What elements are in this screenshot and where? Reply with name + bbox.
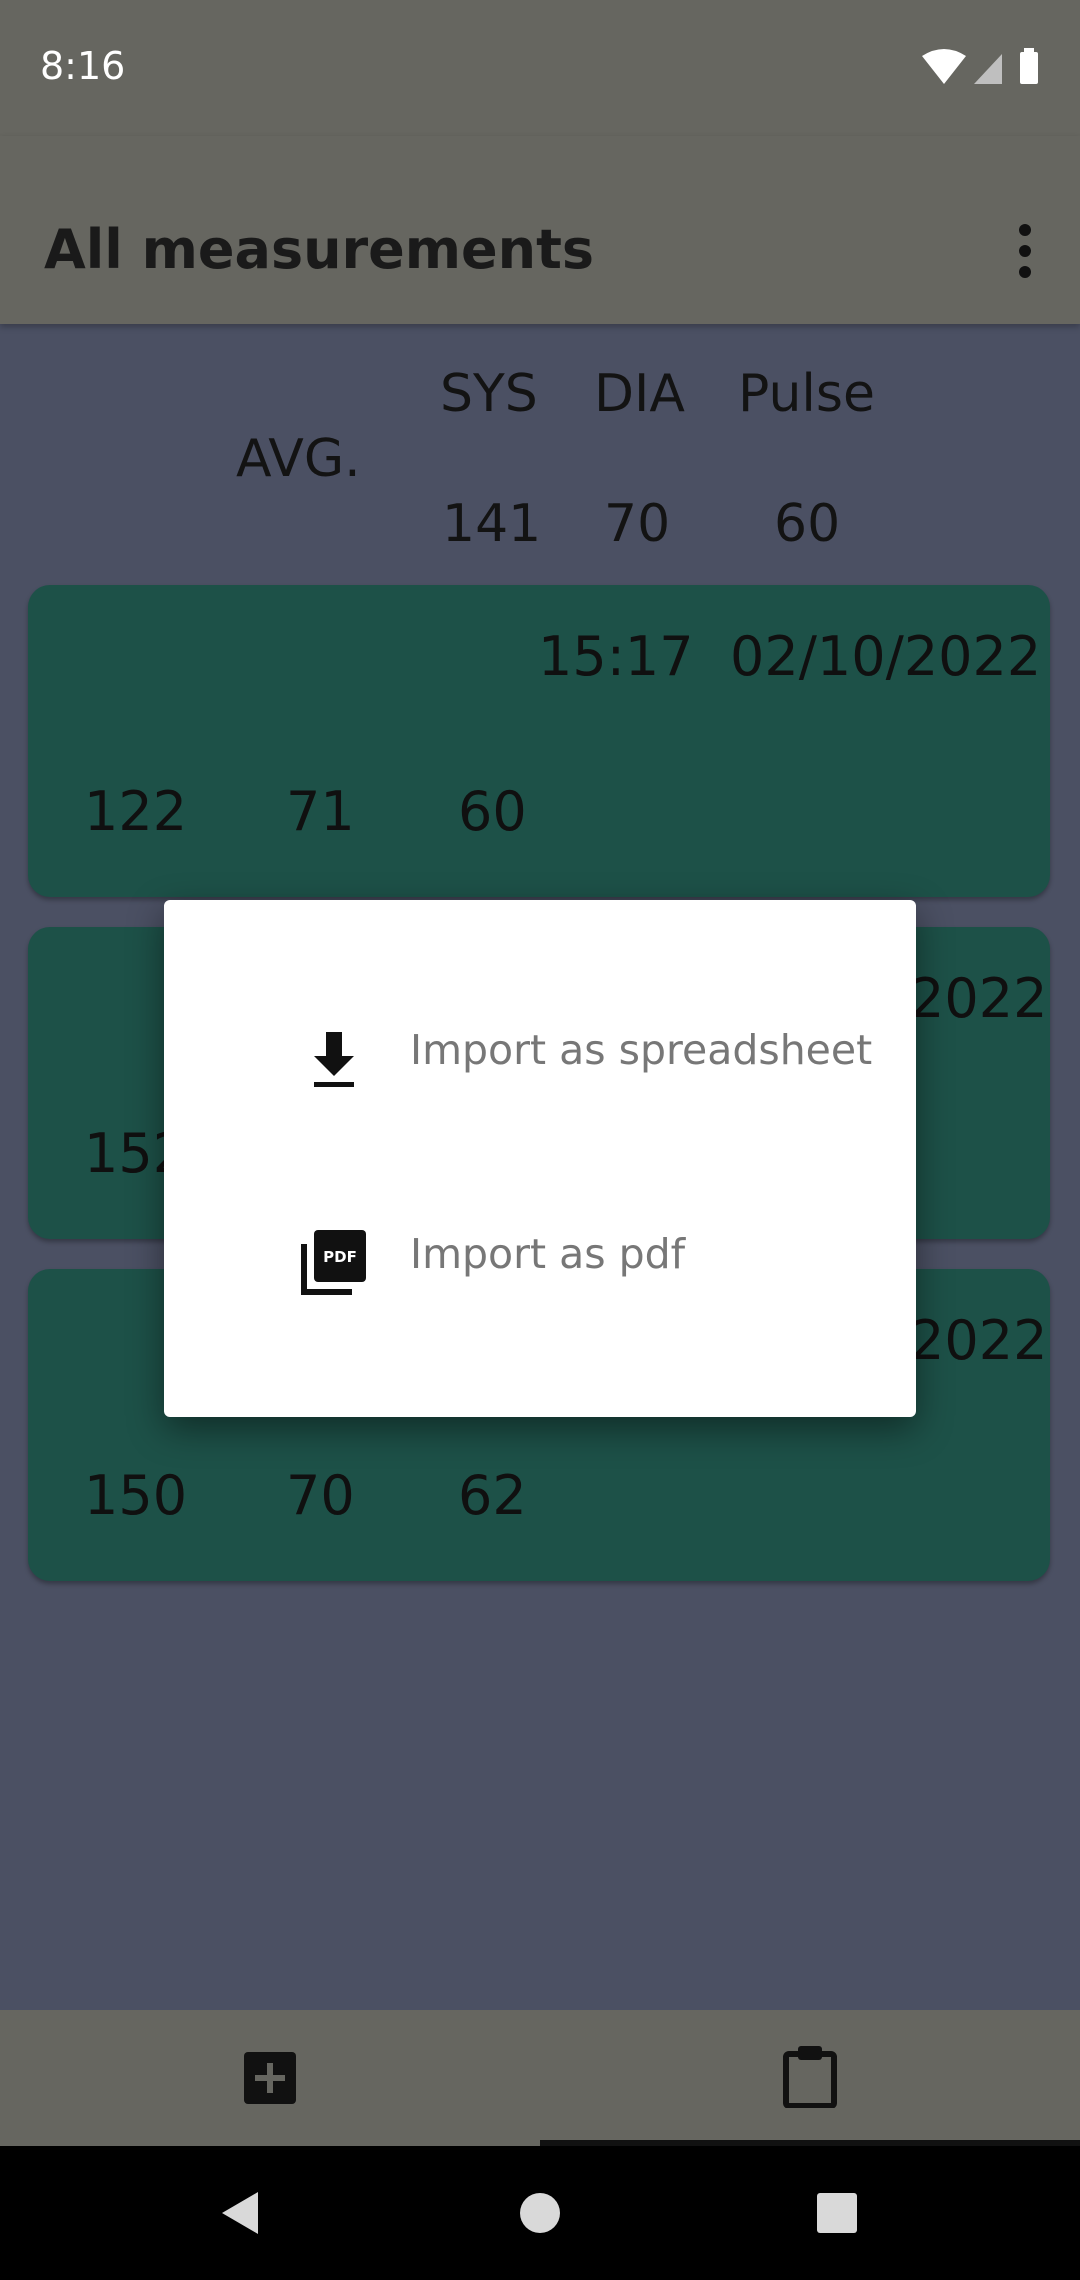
recents-icon[interactable] bbox=[817, 2193, 857, 2233]
battery-icon bbox=[1020, 48, 1038, 84]
average-dia-value: 70 bbox=[604, 494, 671, 554]
measurement-sys: 122 bbox=[84, 780, 188, 843]
measurement-pulse: 62 bbox=[458, 1464, 527, 1527]
measurement-time: 15:17 bbox=[538, 625, 694, 688]
status-bar: 8:16 bbox=[0, 0, 1080, 136]
averages-header: SYS DIA Pulse AVG. 141 70 60 bbox=[0, 324, 1080, 574]
clipboard-icon bbox=[783, 2046, 837, 2108]
app-bar: All measurements bbox=[0, 136, 1080, 324]
measurement-dia: 70 bbox=[286, 1464, 355, 1527]
measurement-sys: 150 bbox=[84, 1464, 188, 1527]
measurement-pulse: 60 bbox=[458, 780, 527, 843]
download-icon bbox=[314, 1032, 354, 1087]
column-dia-label: DIA bbox=[594, 364, 685, 424]
page-title: All measurements bbox=[44, 218, 595, 281]
measurement-dia: 71 bbox=[286, 780, 355, 843]
column-pulse-label: Pulse bbox=[738, 364, 875, 424]
import-dialog: Import as spreadsheet PDF Import as pdf bbox=[164, 900, 916, 1417]
status-time: 8:16 bbox=[40, 44, 126, 88]
measurement-date: 2022 bbox=[910, 1309, 1048, 1372]
wifi-icon bbox=[922, 49, 966, 84]
svg-text:PDF: PDF bbox=[323, 1248, 357, 1266]
average-label: AVG. bbox=[236, 429, 361, 489]
measurement-date: 2022 bbox=[910, 967, 1048, 1030]
back-icon[interactable] bbox=[220, 2190, 260, 2236]
bottom-navigation bbox=[0, 2010, 1080, 2146]
import-pdf-option[interactable]: PDF Import as pdf bbox=[164, 1162, 916, 1362]
import-pdf-label: Import as pdf bbox=[410, 1230, 686, 1278]
system-navigation-bar bbox=[0, 2146, 1080, 2280]
nav-add-measurement[interactable] bbox=[0, 2010, 540, 2146]
nav-measurements-list[interactable] bbox=[540, 2010, 1080, 2146]
add-box-icon bbox=[244, 2052, 296, 2104]
average-pulse-value: 60 bbox=[774, 494, 841, 554]
import-spreadsheet-label: Import as spreadsheet bbox=[410, 1026, 873, 1074]
average-sys-value: 141 bbox=[442, 494, 542, 554]
overflow-menu-button[interactable] bbox=[990, 216, 1060, 286]
import-spreadsheet-option[interactable]: Import as spreadsheet bbox=[164, 958, 916, 1158]
signal-icon bbox=[974, 54, 1002, 84]
more-vert-icon bbox=[1019, 224, 1031, 278]
status-icons bbox=[922, 48, 1038, 84]
measurement-date: 02/10/2022 bbox=[730, 625, 1042, 688]
measurement-card[interactable]: 15:17 02/10/2022 122 71 60 bbox=[28, 585, 1050, 897]
pdf-icon: PDF bbox=[301, 1230, 366, 1295]
column-sys-label: SYS bbox=[440, 364, 538, 424]
home-icon[interactable] bbox=[519, 2192, 561, 2234]
